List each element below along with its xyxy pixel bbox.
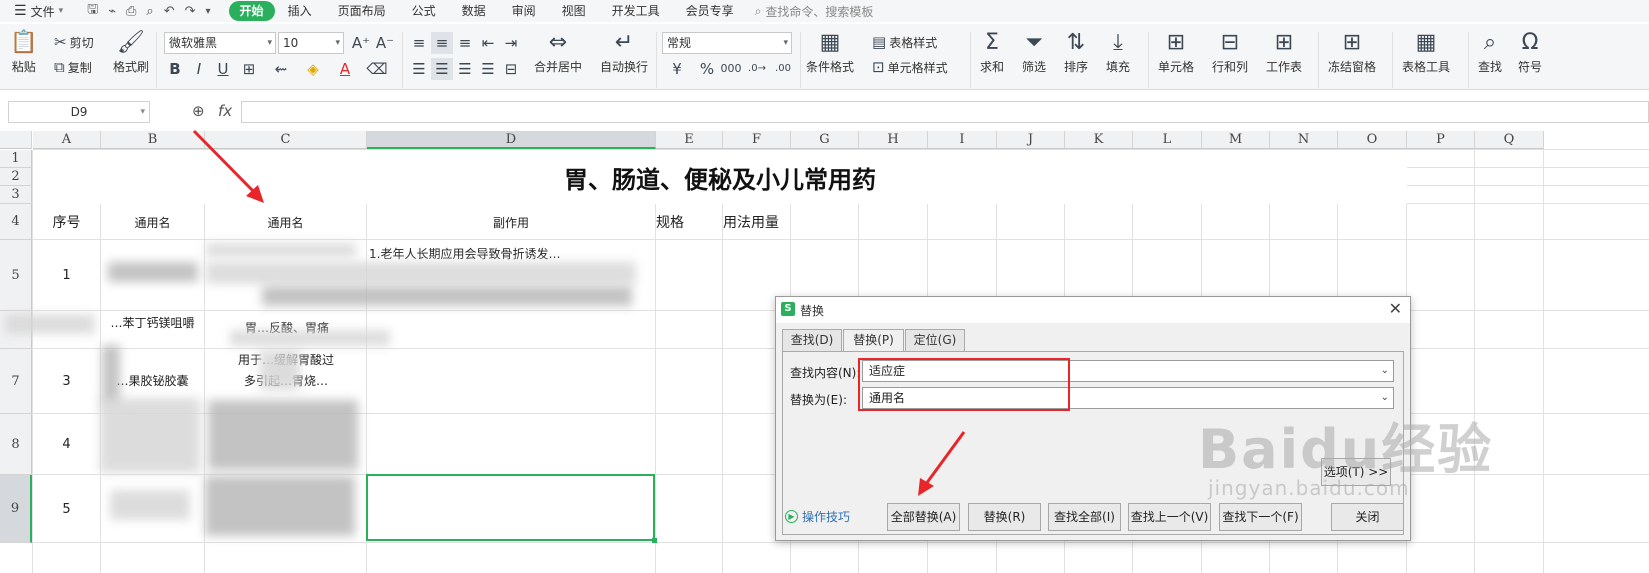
arrow-to-replace-all — [918, 431, 966, 496]
arrow-to-column-c — [192, 129, 264, 203]
annotation-arrows — [192, 129, 966, 496]
